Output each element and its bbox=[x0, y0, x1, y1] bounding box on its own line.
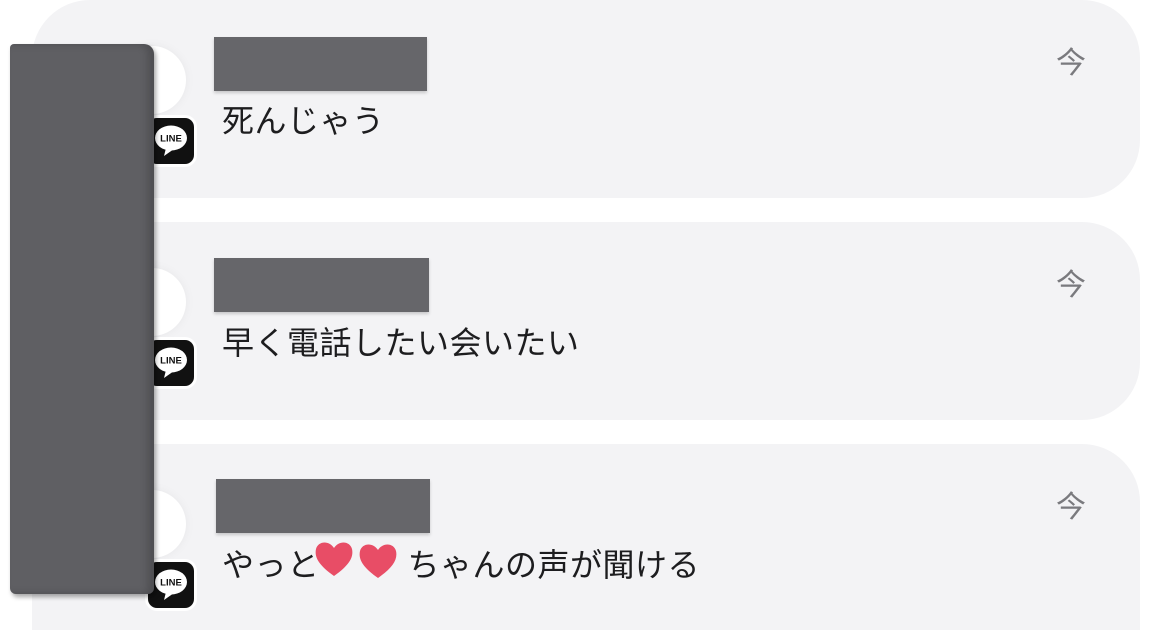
redacted-sender-name bbox=[214, 37, 427, 91]
message-part-after: ちゃんの声が聞ける bbox=[407, 546, 701, 584]
redacted-sender-name bbox=[216, 479, 430, 533]
line-app-icon: LINE bbox=[148, 118, 194, 164]
notification-time: 今 bbox=[1056, 268, 1086, 303]
notification-card-2[interactable] bbox=[32, 222, 1140, 420]
notification-message: 死んじゃう bbox=[222, 102, 385, 140]
notification-card-3[interactable] bbox=[32, 444, 1140, 630]
redaction-cover bbox=[10, 44, 154, 594]
svg-text:LINE: LINE bbox=[160, 578, 182, 589]
line-app-icon: LINE bbox=[148, 562, 194, 608]
heart-sticker-icon bbox=[359, 544, 397, 578]
svg-text:LINE: LINE bbox=[160, 134, 182, 145]
notification-time: 今 bbox=[1056, 46, 1086, 81]
notification-message: 早く電話したい会いたい bbox=[222, 324, 580, 362]
redacted-sender-name bbox=[214, 258, 429, 312]
notification-message: やっと ちゃんの声が聞ける bbox=[222, 540, 700, 586]
heart-sticker-icon bbox=[315, 542, 353, 576]
notification-card-1[interactable] bbox=[32, 0, 1140, 198]
svg-text:LINE: LINE bbox=[160, 356, 182, 367]
line-app-icon: LINE bbox=[148, 340, 194, 386]
message-part-before: やっと bbox=[222, 546, 320, 584]
notification-time: 今 bbox=[1056, 490, 1086, 525]
